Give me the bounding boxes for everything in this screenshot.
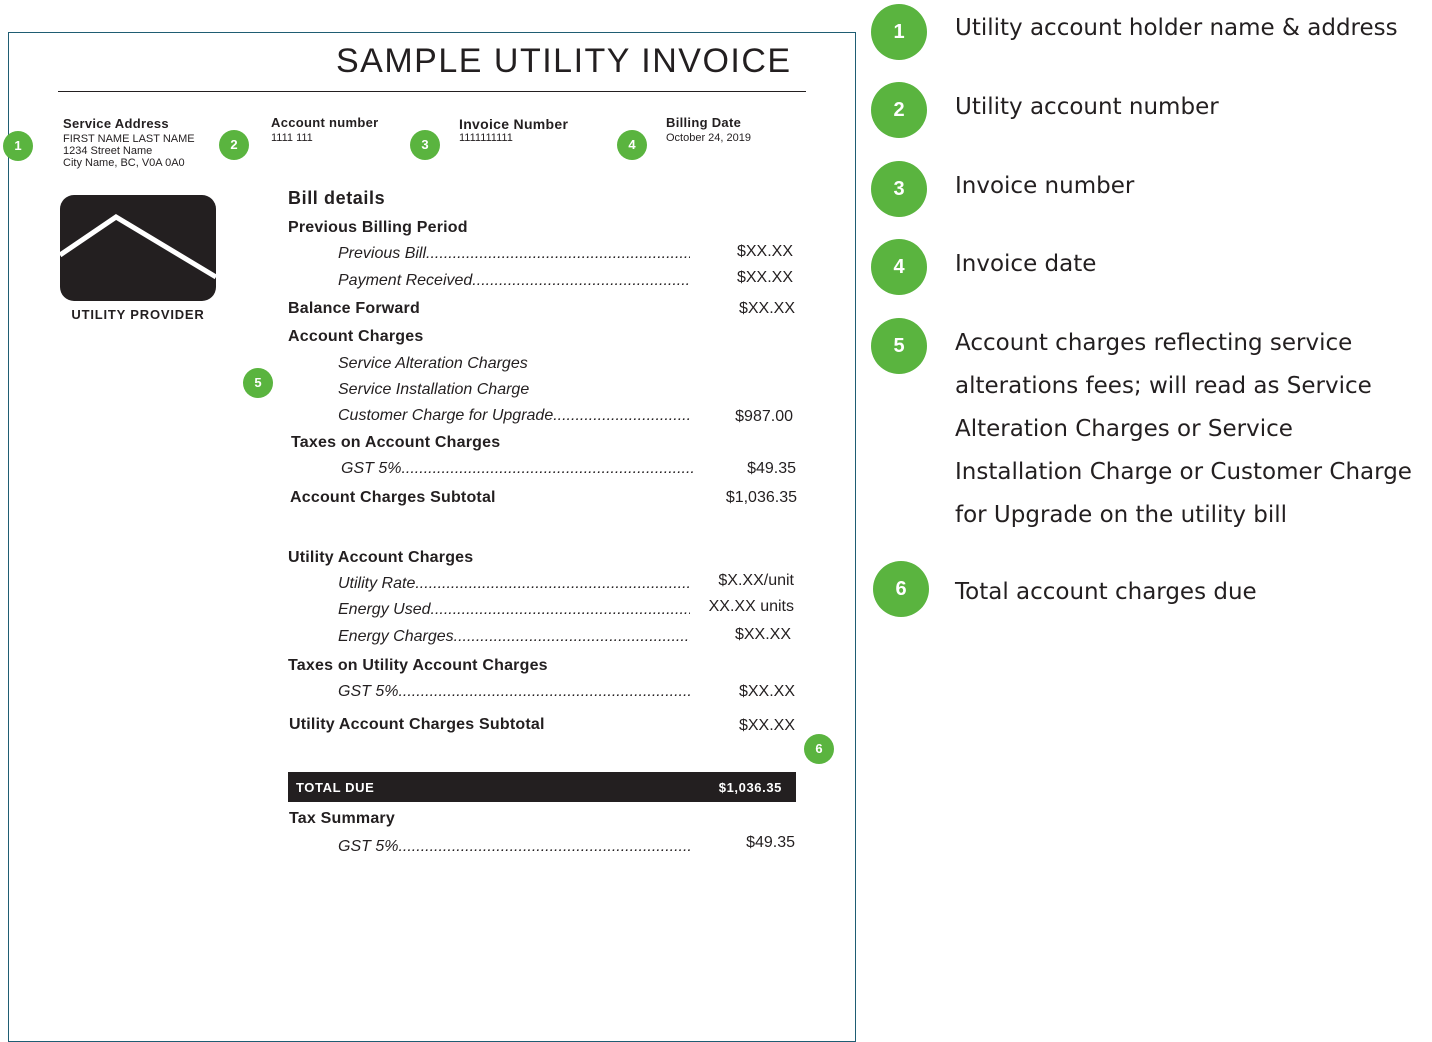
account-charges-heading: Account Charges <box>288 328 424 345</box>
legend-text-4: Invoice date <box>955 251 1097 277</box>
account-subtotal-amount: $1,036.35 <box>725 489 797 506</box>
account-subtotal-label: Account Charges Subtotal <box>290 489 496 506</box>
service-address-label: Service Address <box>63 116 169 131</box>
billing-date-value: October 24, 2019 <box>666 132 752 144</box>
marker-6: 6 <box>804 734 834 764</box>
legend-marker-1: 1 <box>871 4 927 60</box>
line-item: Utility Rate............................… <box>338 575 690 592</box>
line-item-label: Customer Charge for Upgrade <box>338 407 554 424</box>
line-item-label: Service Alteration Charges <box>338 355 528 372</box>
provider-name: UTILITY PROVIDER <box>71 307 205 322</box>
invoice-number-value: 1111111111 <box>459 132 513 144</box>
invoice-title: SAMPLE UTILITY INVOICE <box>336 42 792 80</box>
marker-3: 3 <box>410 130 440 160</box>
legend-text-5: Account charges reflecting service alter… <box>955 330 1412 528</box>
line-item-label: GST 5% <box>338 683 399 700</box>
total-due-amount: $1,036.35 <box>718 780 782 795</box>
line-item-amount: XX.XX units <box>708 598 794 615</box>
balance-forward-amount: $XX.XX <box>738 300 795 317</box>
line-item: Payment Received........................… <box>338 272 690 289</box>
line-item-amount: $XX.XX <box>738 683 795 700</box>
line-item: Customer Charge for Upgrade.............… <box>338 407 690 424</box>
account-number-label: Account number <box>271 115 379 130</box>
line-item-amount: $XX.XX <box>736 243 793 260</box>
billing-date-label: Billing Date <box>666 115 742 130</box>
line-item-amount: $X.XX/unit <box>718 572 794 589</box>
marker-1: 1 <box>3 131 33 161</box>
legend-marker-6: 6 <box>873 561 929 617</box>
line-item: Previous Bill...........................… <box>338 245 690 262</box>
utility-subtotal-amount: $XX.XX <box>738 717 795 734</box>
legend-marker-2: 2 <box>871 82 927 138</box>
line-item: GST 5%..................................… <box>341 460 693 477</box>
line-item: GST 5%..................................… <box>338 838 691 855</box>
line-item: Energy Used.............................… <box>338 601 690 618</box>
line-item-label: Utility Rate <box>338 575 416 592</box>
legend-marker-5: 5 <box>871 318 927 374</box>
legend-marker-4: 4 <box>871 239 927 295</box>
marker-2: 2 <box>219 130 249 160</box>
service-address-city: City Name, BC, V0A 0A0 <box>63 157 185 169</box>
utility-subtotal-label: Utility Account Charges Subtotal <box>289 716 545 733</box>
line-item-label: GST 5% <box>338 838 399 855</box>
taxes-account-heading: Taxes on Account Charges <box>291 434 501 451</box>
legend-marker-3: 3 <box>871 161 927 217</box>
legend-text-6: Total account charges due <box>955 579 1257 605</box>
line-item: GST 5%..................................… <box>338 683 691 700</box>
total-due-bar: TOTAL DUE $1,036.35 <box>288 772 796 802</box>
invoice-number-label: Invoice Number <box>459 116 569 132</box>
legend-text-1: Utility account holder name & address <box>955 15 1398 41</box>
title-divider <box>58 91 806 92</box>
line-item-label: Payment Received <box>338 272 473 289</box>
previous-period-heading: Previous Billing Period <box>288 219 468 236</box>
tax-summary-heading: Tax Summary <box>289 810 395 827</box>
invoice-document <box>8 32 856 1042</box>
legend-text-2: Utility account number <box>955 94 1219 120</box>
marker-5: 5 <box>243 368 273 398</box>
legend-text-3: Invoice number <box>955 173 1135 199</box>
line-item-label: Energy Charges <box>338 628 454 645</box>
account-number-value: 1111 111 <box>271 132 313 144</box>
line-item: Energy Charges..........................… <box>338 628 690 645</box>
bill-details-heading: Bill details <box>288 188 386 208</box>
balance-forward-label: Balance Forward <box>288 300 420 317</box>
line-item-label: Previous Bill <box>338 245 427 262</box>
line-item-label: GST 5% <box>341 460 402 477</box>
line-item-label: Energy Used <box>338 601 431 618</box>
line-item-amount: $49.35 <box>747 460 796 477</box>
line-item-amount: $XX.XX <box>734 626 791 643</box>
taxes-utility-heading: Taxes on Utility Account Charges <box>288 657 548 674</box>
line-item-amount: $987.00 <box>735 408 793 425</box>
line-item-amount: $XX.XX <box>736 269 793 286</box>
total-due-label: TOTAL DUE <box>296 780 375 795</box>
marker-4: 4 <box>617 130 647 160</box>
line-item-label: Service Installation Charge <box>338 381 530 398</box>
utility-charges-heading: Utility Account Charges <box>288 549 474 566</box>
line-item-amount: $49.35 <box>746 834 795 851</box>
service-address-street: 1234 Street Name <box>63 145 153 157</box>
house-roof-logo-icon <box>60 195 216 301</box>
service-address-name: FIRST NAME LAST NAME <box>63 133 195 145</box>
